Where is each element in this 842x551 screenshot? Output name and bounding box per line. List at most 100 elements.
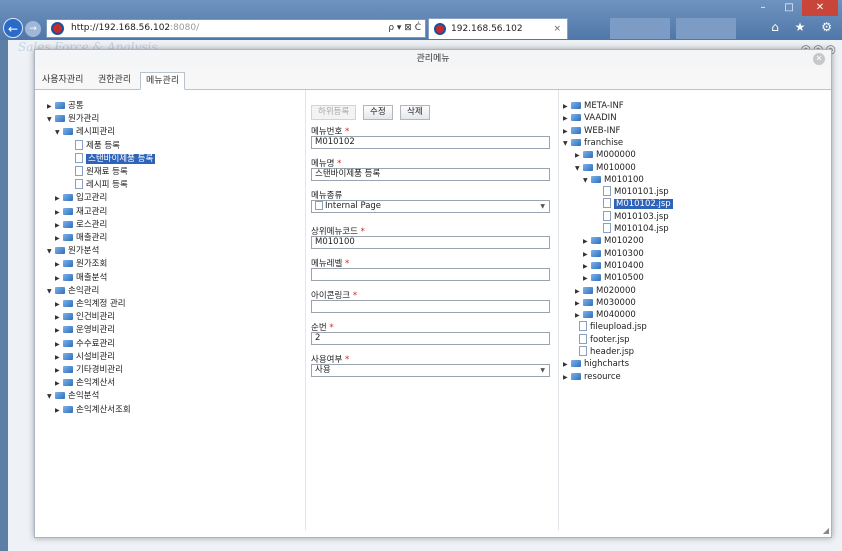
collapsed-caret-icon[interactable]: ▶ [583,236,591,248]
collapsed-caret-icon[interactable]: ▶ [563,113,571,125]
forward-button[interactable]: → [25,21,41,37]
minimize-button[interactable]: – [750,0,776,16]
close-window-button[interactable]: ✕ [802,0,838,16]
collapsed-caret-icon[interactable]: ▶ [563,359,571,371]
tab-user-management[interactable]: 사용자관리 [37,72,88,90]
expanded-caret-icon[interactable]: ▼ [47,391,55,403]
tree-file-item[interactable]: M010103.jsp [603,210,669,223]
browser-tab-active[interactable]: 192.168.56.102 × [428,18,568,39]
collapsed-caret-icon[interactable]: ▶ [55,325,63,337]
tree-folder-item[interactable]: ▼ franchise [563,137,623,149]
tree-folder-item[interactable]: ▶ resource [563,371,621,383]
order-field[interactable]: 2 [311,332,550,345]
collapsed-caret-icon[interactable]: ▶ [55,312,63,324]
tab-menu-management[interactable]: 메뉴관리 [140,72,186,90]
expanded-caret-icon[interactable]: ▼ [583,175,591,187]
collapsed-caret-icon[interactable]: ▶ [575,310,583,322]
tree-folder-item[interactable]: ▶ VAADIN [563,112,617,124]
tree-folder-item[interactable]: ▶ 운영비관리 [55,324,115,336]
collapsed-caret-icon[interactable]: ▶ [575,286,583,298]
address-bar[interactable]: http://192.168.56.102:8080/ ρ ▾ ⊠ Ċ [46,19,426,38]
delete-button[interactable]: 삭제 [400,105,430,120]
tree-folder-item[interactable]: ▶ 손익계정 관리 [55,298,126,310]
collapsed-caret-icon[interactable]: ▶ [583,249,591,261]
tree-folder-item[interactable]: ▶ M010400 [583,260,644,272]
tab-permission-management[interactable]: 권한관리 [93,72,136,90]
tree-folder-item[interactable]: ▶ 시설비관리 [55,351,115,363]
tree-file-item[interactable]: 스탠바이제품 등록 [75,152,156,165]
expanded-caret-icon[interactable]: ▼ [47,246,55,258]
expanded-caret-icon[interactable]: ▼ [55,127,63,139]
tree-folder-item[interactable]: ▶ highcharts [563,358,629,370]
tree-folder-item[interactable]: ▶ M010500 [583,272,644,284]
tree-file-item[interactable]: header.jsp [579,346,634,358]
parent-code-field[interactable]: M010100 [311,236,550,249]
tree-folder-item[interactable]: ▶ META-INF [563,100,624,112]
menu-type-select[interactable]: Internal Page ▼ [311,200,550,213]
tree-folder-item[interactable]: ▶ 손익계산서조회 [55,404,131,416]
tree-file-item[interactable]: M010102.jsp [603,198,673,210]
collapsed-caret-icon[interactable]: ▶ [47,101,55,113]
collapsed-caret-icon[interactable]: ▶ [583,261,591,273]
tree-folder-item[interactable]: ▶ 로스관리 [55,219,107,231]
collapsed-caret-icon[interactable]: ▶ [55,405,63,417]
collapsed-caret-icon[interactable]: ▶ [55,273,63,285]
collapsed-caret-icon[interactable]: ▶ [563,372,571,384]
collapsed-caret-icon[interactable]: ▶ [55,352,63,364]
tree-folder-item[interactable]: ▼ 손익관리 [47,285,99,297]
tree-folder-item[interactable]: ▼ M010100 [583,174,644,186]
dialog-close-icon[interactable]: ✕ [813,53,825,65]
tree-folder-item[interactable]: ▼ 원가분석 [47,245,99,257]
expanded-caret-icon[interactable]: ▼ [575,163,583,175]
collapsed-caret-icon[interactable]: ▶ [563,101,571,113]
back-button[interactable]: ← [3,18,23,38]
tree-folder-item[interactable]: ▶ M000000 [575,149,636,161]
tree-file-item[interactable]: 제품 등록 [75,139,120,152]
collapsed-caret-icon[interactable]: ▶ [55,207,63,219]
tree-folder-item[interactable]: ▶ 매출관리 [55,232,107,244]
collapsed-caret-icon[interactable]: ▶ [583,273,591,285]
tree-file-item[interactable]: 레시피 등록 [75,179,128,191]
tab-close-icon[interactable]: × [553,19,561,39]
icon-link-field[interactable] [311,300,550,313]
address-tools[interactable]: ρ ▾ ⊠ Ċ [388,20,421,37]
collapsed-caret-icon[interactable]: ▶ [563,126,571,138]
tree-file-item[interactable]: M010104.jsp [603,223,669,235]
collapsed-caret-icon[interactable]: ▶ [55,193,63,205]
tree-folder-item[interactable]: ▼ 원가관리 [47,113,99,125]
maximize-button[interactable]: □ [776,0,802,16]
tree-file-item[interactable]: footer.jsp [579,333,630,346]
edit-button[interactable]: 수정 [363,105,393,120]
tree-folder-item[interactable]: ▶ 매출분석 [55,272,107,284]
tree-folder-item[interactable]: ▶ 기타경비관리 [55,364,123,376]
background-tab[interactable] [676,18,736,39]
collapsed-caret-icon[interactable]: ▶ [575,150,583,162]
tree-file-item[interactable]: M010101.jsp [603,186,669,198]
expanded-caret-icon[interactable]: ▼ [47,286,55,298]
background-tab[interactable] [610,18,670,39]
toolbar-icons[interactable]: ⌂ ★ ⚙ [771,20,838,34]
expanded-caret-icon[interactable]: ▼ [563,138,571,150]
tree-folder-item[interactable]: ▶ M010300 [583,248,644,260]
tree-folder-item[interactable]: ▶ 원가조회 [55,258,107,270]
tree-folder-item[interactable]: ▶ WEB-INF [563,125,620,137]
collapsed-caret-icon[interactable]: ▶ [55,365,63,377]
menu-name-field[interactable]: 스탠바이제품 등록 [311,168,550,181]
collapsed-caret-icon[interactable]: ▶ [55,220,63,232]
tree-folder-item[interactable]: ▶ M010200 [583,235,644,247]
tree-folder-item[interactable]: ▼ 손익분석 [47,390,99,402]
use-yn-select[interactable]: 사용 ▼ [311,364,550,377]
resize-grip-icon[interactable]: ◢ [823,526,829,535]
sub-register-button[interactable]: 하위등록 [311,105,357,120]
collapsed-caret-icon[interactable]: ▶ [55,299,63,311]
collapsed-caret-icon[interactable]: ▶ [575,298,583,310]
tree-file-item[interactable]: 원재료 등록 [75,166,128,178]
tree-folder-item[interactable]: ▶ M020000 [575,285,636,297]
menu-level-field[interactable] [311,268,550,281]
tree-folder-item[interactable]: ▶ M040000 [575,309,636,321]
collapsed-caret-icon[interactable]: ▶ [55,339,63,351]
tree-folder-item[interactable]: ▶ 공통 [47,100,84,112]
expanded-caret-icon[interactable]: ▼ [47,114,55,126]
tree-folder-item[interactable]: ▶ M030000 [575,297,636,309]
tree-folder-item[interactable]: ▼ M010000 [575,162,636,174]
